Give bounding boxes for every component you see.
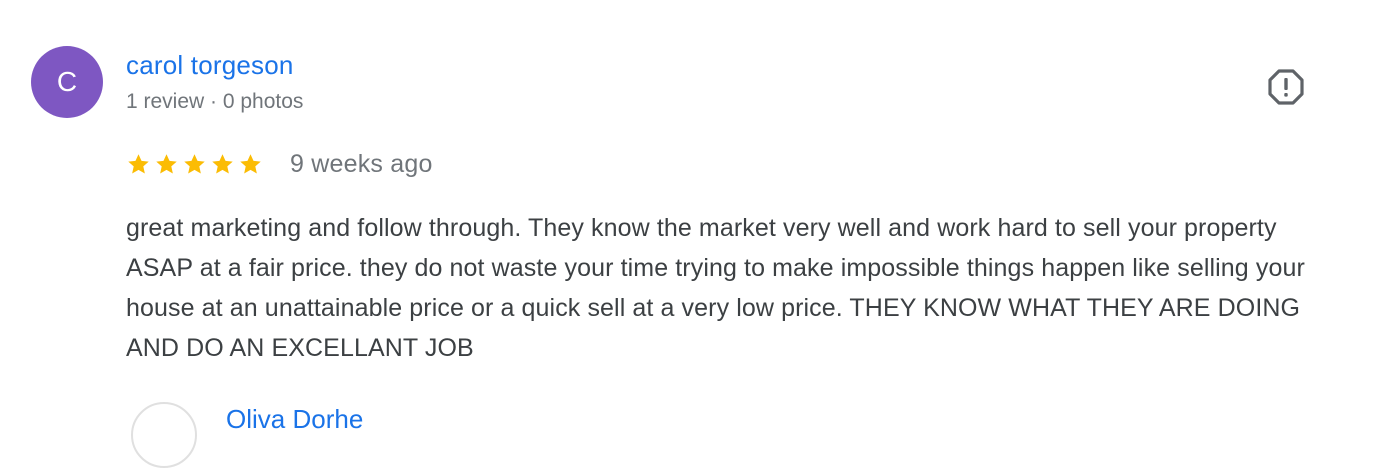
- review-card: C carol torgeson 1 review · 0 photos 9 w…: [0, 0, 1376, 468]
- author-name-link[interactable]: carol torgeson: [126, 50, 294, 81]
- star-icon: [156, 154, 177, 174]
- star-icon: [128, 154, 149, 174]
- author-meta: 1 review · 0 photos: [126, 90, 304, 113]
- review-text: great marketing and follow through. They…: [126, 214, 1305, 362]
- report-flag-icon[interactable]: [1266, 67, 1306, 107]
- rating-row: 9 weeks ago: [126, 150, 433, 179]
- star-icon: [212, 154, 233, 174]
- next-review-author-link[interactable]: Oliva Dorhe: [226, 404, 363, 435]
- next-review-avatar[interactable]: [131, 402, 197, 468]
- avatar[interactable]: C: [31, 46, 103, 118]
- star-icon: [240, 154, 261, 174]
- star-rating: [126, 152, 263, 177]
- star-icon: [184, 154, 205, 174]
- review-time: 9 weeks ago: [290, 150, 433, 178]
